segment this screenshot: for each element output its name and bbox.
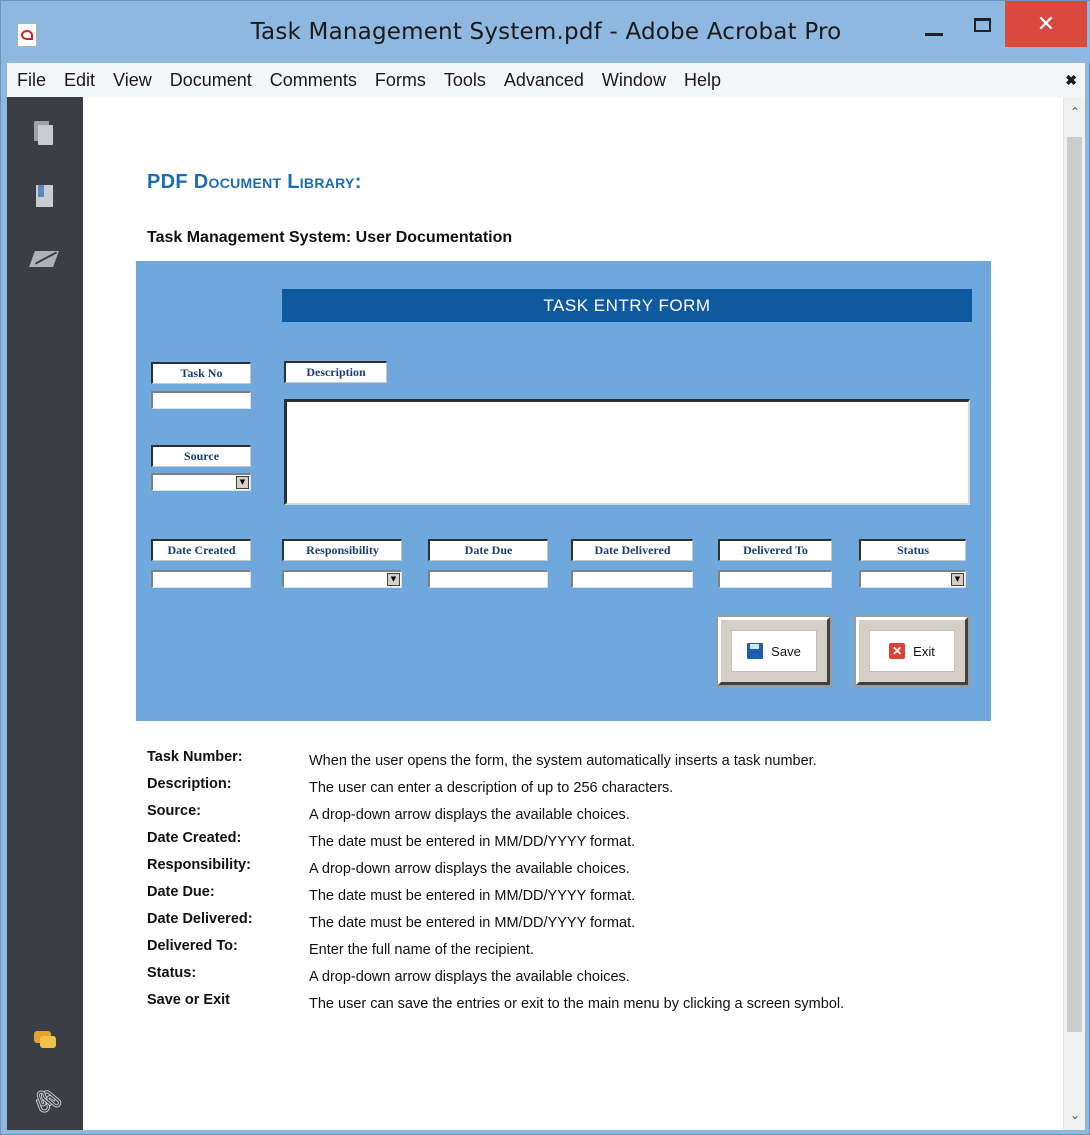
field-documentation-list: Task Number: When the user opens the form… — [147, 749, 1047, 1019]
document-subtitle: Task Management System: User Documentati… — [147, 229, 513, 246]
list-item: Date Delivered: The date must be entered … — [147, 911, 1047, 938]
signatures-icon[interactable] — [29, 247, 59, 273]
menu-tools[interactable]: Tools — [435, 63, 495, 97]
list-item: Task Number: When the user opens the form… — [147, 749, 1047, 776]
list-item: Status: A drop-down arrow displays the av… — [147, 965, 1047, 992]
responsibility-dropdown[interactable]: ▼ — [282, 570, 402, 588]
minimize-icon — [925, 32, 943, 36]
doc-definition: The user can save the entries or exit to… — [309, 996, 845, 1012]
doc-definition: Enter the full name of the recipient. — [309, 942, 534, 958]
list-item: Delivered To: Enter the full name of the … — [147, 938, 1047, 965]
menu-file[interactable]: File — [7, 63, 55, 97]
exit-x-icon: ✕ — [889, 643, 906, 659]
menu-forms[interactable]: Forms — [366, 63, 435, 97]
save-label: Save — [771, 643, 801, 659]
status-label: Status — [859, 539, 966, 561]
bookmarks-icon[interactable] — [32, 185, 58, 211]
list-item: Date Due: The date must be entered in MM/… — [147, 884, 1047, 911]
list-item: Save or Exit The user can save the entrie… — [147, 992, 1047, 1019]
list-item: Date Created: The date must be entered in… — [147, 830, 1047, 857]
comments-icon[interactable] — [32, 1029, 58, 1055]
navigation-panel: 🖇︎ — [7, 97, 83, 1130]
menu-comments[interactable]: Comments — [261, 63, 366, 97]
title-bar[interactable]: Task Management System.pdf - Adobe Acrob… — [1, 1, 1090, 63]
date-created-field[interactable] — [151, 570, 251, 588]
close-icon: ✕ — [1036, 11, 1056, 37]
library-title: PDF Document Library: — [147, 171, 362, 193]
delivered-to-field[interactable] — [718, 570, 832, 588]
description-label: Description — [284, 361, 387, 383]
dropdown-arrow-icon[interactable]: ▼ — [951, 573, 964, 586]
dropdown-arrow-icon[interactable]: ▼ — [387, 573, 400, 586]
list-item: Responsibility: A drop-down arrow display… — [147, 857, 1047, 884]
menu-document[interactable]: Document — [161, 63, 261, 97]
doc-term: Description: — [147, 776, 232, 792]
floppy-disk-icon — [747, 643, 764, 659]
attachments-icon[interactable]: 🖇︎ — [26, 1081, 67, 1121]
source-dropdown[interactable]: ▼ — [151, 473, 251, 491]
minimize-button[interactable] — [911, 1, 957, 49]
date-delivered-field[interactable] — [571, 570, 693, 588]
scroll-up-arrow-icon[interactable] — [1064, 101, 1086, 123]
task-entry-form-image: TASK ENTRY FORM Task No Description Sour… — [136, 261, 991, 721]
close-document-icon[interactable]: ✖ — [1065, 63, 1077, 97]
menu-bar: File Edit View Document Comments Forms T… — [7, 63, 1085, 97]
doc-term: Status: — [147, 965, 197, 981]
doc-term: Responsibility: — [147, 857, 251, 873]
doc-definition: The user can enter a description of up t… — [309, 780, 674, 796]
exit-button-face: ✕ Exit — [869, 630, 955, 672]
responsibility-label: Responsibility — [282, 539, 402, 561]
doc-definition: The date must be entered in MM/DD/YYYY f… — [309, 834, 636, 850]
scroll-thumb[interactable] — [1067, 137, 1082, 1032]
exit-label: Exit — [913, 643, 935, 659]
doc-definition: The date must be entered in MM/DD/YYYY f… — [309, 915, 636, 931]
date-due-label: Date Due — [428, 539, 548, 561]
menu-view[interactable]: View — [104, 63, 161, 97]
acrobat-window: Task Management System.pdf - Adobe Acrob… — [0, 0, 1090, 1135]
menu-help[interactable]: Help — [675, 63, 730, 97]
dropdown-arrow-icon[interactable]: ▼ — [236, 476, 249, 489]
maximize-icon — [973, 18, 991, 32]
vertical-scrollbar[interactable] — [1063, 97, 1085, 1130]
list-item: Source: A drop-down arrow displays the av… — [147, 803, 1047, 830]
doc-term: Date Created: — [147, 830, 242, 846]
close-button[interactable]: ✕ — [1005, 1, 1087, 47]
scroll-down-arrow-icon[interactable] — [1064, 1104, 1086, 1126]
save-button-face: Save — [731, 630, 817, 672]
status-dropdown[interactable]: ▼ — [859, 570, 966, 588]
doc-definition: The date must be entered in MM/DD/YYYY f… — [309, 888, 636, 904]
doc-term: Task Number: — [147, 749, 243, 765]
date-delivered-label: Date Delivered — [571, 539, 693, 561]
task-no-label: Task No — [151, 362, 251, 384]
doc-term: Save or Exit — [147, 992, 231, 1008]
doc-term: Date Delivered: — [147, 911, 253, 927]
date-created-label: Date Created — [151, 539, 251, 561]
form-header: TASK ENTRY FORM — [282, 289, 972, 322]
list-item: Description: The user can enter a descrip… — [147, 776, 1047, 803]
doc-term: Source: — [147, 803, 201, 819]
maximize-button[interactable] — [959, 1, 1005, 49]
doc-term: Date Due: — [147, 884, 215, 900]
delivered-to-label: Delivered To — [718, 539, 832, 561]
exit-button[interactable]: ✕ Exit — [854, 615, 970, 687]
menu-edit[interactable]: Edit — [55, 63, 104, 97]
doc-definition: When the user opens the form, the system… — [309, 753, 817, 769]
task-no-field[interactable] — [151, 391, 251, 409]
pages-icon[interactable] — [32, 121, 58, 147]
date-due-field[interactable] — [428, 570, 548, 588]
source-label: Source — [151, 445, 251, 467]
description-field[interactable] — [284, 399, 970, 505]
menu-window[interactable]: Window — [593, 63, 675, 97]
doc-definition: A drop-down arrow displays the available… — [309, 807, 630, 823]
doc-definition: A drop-down arrow displays the available… — [309, 969, 630, 985]
menu-advanced[interactable]: Advanced — [495, 63, 593, 97]
doc-definition: A drop-down arrow displays the available… — [309, 861, 630, 877]
save-button[interactable]: Save — [716, 615, 832, 687]
doc-term: Delivered To: — [147, 938, 238, 954]
